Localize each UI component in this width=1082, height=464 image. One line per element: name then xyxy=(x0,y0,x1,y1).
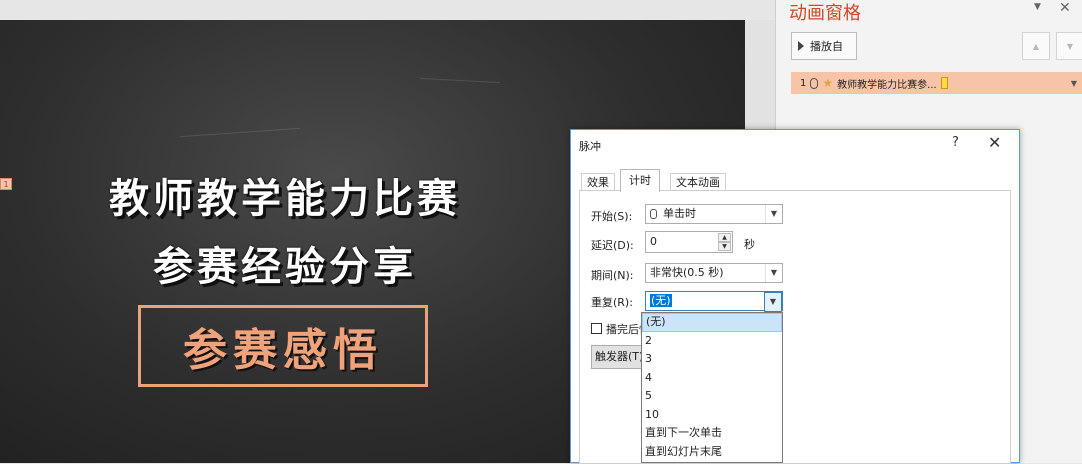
chalk-mark xyxy=(180,127,300,138)
close-button[interactable]: ✕ xyxy=(988,133,1001,152)
delay-unit-label: 秒 xyxy=(744,238,755,251)
subtitle-frame[interactable]: 参赛感悟 xyxy=(138,305,428,387)
mouse-click-icon xyxy=(650,209,657,219)
mouse-click-icon xyxy=(810,77,819,89)
delay-label: 延迟(D): xyxy=(591,239,634,252)
dropdown-option[interactable]: 5 xyxy=(642,387,782,406)
start-label: 开始(S): xyxy=(591,210,633,223)
tab-timing[interactable]: 计时 xyxy=(620,169,660,192)
repeat-label: 重复(R): xyxy=(591,296,633,309)
spin-down-icon[interactable]: ▼ xyxy=(718,242,731,251)
play-from-button[interactable]: 播放自 xyxy=(791,32,857,60)
rewind-checkbox[interactable] xyxy=(591,323,602,334)
dropdown-option[interactable]: (无) xyxy=(642,313,782,332)
chevron-down-icon[interactable]: ▼ xyxy=(764,292,782,312)
delay-input[interactable]: 0 ▲ ▼ xyxy=(645,231,733,253)
help-button[interactable]: ? xyxy=(952,135,959,150)
tab-text-animation[interactable]: 文本动画 xyxy=(670,173,726,191)
chevron-down-icon: ▼ xyxy=(1066,41,1074,51)
repeat-value: (无) xyxy=(650,294,672,307)
chevron-down-icon[interactable]: ▼ xyxy=(765,264,782,282)
dropdown-option[interactable]: 3 xyxy=(642,350,782,369)
start-select[interactable]: 单击时 ▼ xyxy=(645,204,783,224)
spin-up-icon[interactable]: ▲ xyxy=(718,233,731,242)
start-value: 单击时 xyxy=(663,207,696,220)
dialog-title: 脉冲 xyxy=(579,140,601,153)
pane-title: 动画窗格 xyxy=(789,3,861,24)
dropdown-option[interactable]: 2 xyxy=(642,332,782,351)
timing-bar-icon xyxy=(940,77,948,89)
ribbon-strip xyxy=(0,0,775,20)
delay-value: 0 xyxy=(650,235,657,248)
chalk-mark xyxy=(420,77,500,84)
slide-title-line-2[interactable]: 参赛经验分享 xyxy=(0,234,570,292)
play-button-label: 播放自 xyxy=(810,40,843,53)
play-icon xyxy=(798,41,804,51)
chevron-down-icon[interactable]: ▼ xyxy=(1071,79,1077,88)
slide-title-line-1[interactable]: 教师教学能力比赛 xyxy=(0,166,570,224)
chevron-up-icon: ▲ xyxy=(1032,41,1040,51)
trigger-button[interactable]: 触发器(T) xyxy=(591,345,645,369)
duration-select[interactable]: 非常快(0.5 秒) ▼ xyxy=(645,263,783,283)
tab-effect[interactable]: 效果 xyxy=(581,173,615,191)
move-up-button[interactable]: ▲ xyxy=(1022,32,1050,60)
close-icon[interactable]: ✕ xyxy=(1059,0,1071,16)
slide-subtitle: 参赛感悟 xyxy=(183,325,383,376)
animation-index: 1 xyxy=(800,77,807,89)
dropdown-option[interactable]: 4 xyxy=(642,369,782,388)
dropdown-option[interactable]: 直到下一次单击 xyxy=(642,424,782,443)
animation-number-tag[interactable]: 1 xyxy=(0,178,12,190)
repeat-dropdown-list: (无) 2 3 4 5 10 直到下一次单击 直到幻灯片末尾 xyxy=(641,312,783,463)
animation-item-label: 教师教学能力比赛参... xyxy=(837,79,937,91)
move-down-button[interactable]: ▼ xyxy=(1056,32,1082,60)
emphasis-star-icon: ★ xyxy=(822,76,834,90)
effect-options-dialog: 脉冲 ? ✕ 效果 计时 文本动画 开始(S): 单击时 ▼ 延迟(D): 0 … xyxy=(570,129,1020,464)
animation-list-item[interactable]: 1 ★ 教师教学能力比赛参... ▼ xyxy=(791,72,1082,94)
chevron-down-icon[interactable]: ▼ xyxy=(765,205,782,223)
duration-label: 期间(N): xyxy=(591,269,634,282)
dropdown-option[interactable]: 10 xyxy=(642,406,782,425)
dropdown-option[interactable]: 直到幻灯片末尾 xyxy=(642,443,782,462)
duration-value: 非常快(0.5 秒) xyxy=(650,266,724,279)
repeat-select[interactable]: (无) ▼ xyxy=(645,291,783,312)
chevron-down-icon[interactable]: ▼ xyxy=(1034,2,1041,12)
rewind-checkbox-label: 播完后快退 xyxy=(606,323,646,336)
